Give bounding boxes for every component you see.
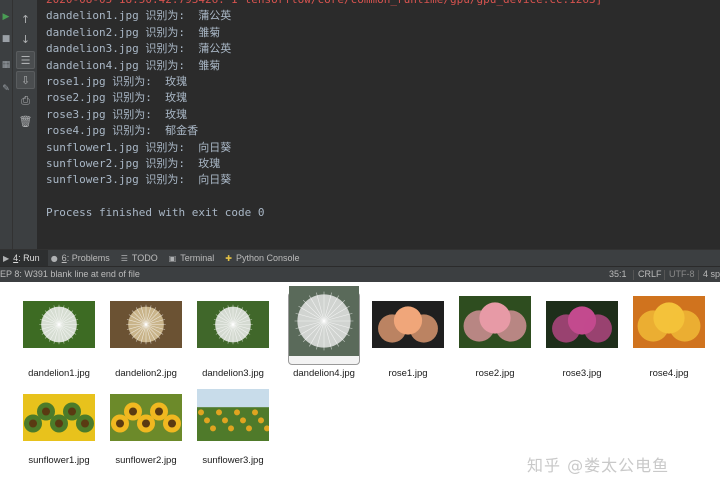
- stop-icon[interactable]: ■: [0, 32, 12, 46]
- tab-python-console-label: Python Console: [236, 253, 300, 263]
- file-item[interactable]: dandelion4.jpg: [282, 282, 366, 379]
- file-item[interactable]: sunflower2.jpg: [104, 375, 188, 467]
- tab-problems-text: : Problems: [66, 253, 110, 263]
- tab-run-text: : Run: [18, 253, 40, 263]
- tab-python-console[interactable]: ✚ Python Console: [222, 250, 307, 267]
- terminal-icon: ▣: [168, 253, 177, 263]
- run-icon[interactable]: ▶: [0, 10, 12, 24]
- console-result-line: sunflower3.jpg 识别为: 向日葵: [46, 173, 232, 187]
- soft-wrap-icon[interactable]: ☰: [16, 51, 35, 69]
- watermark: 知乎 @娄太公电鱼: [527, 456, 670, 475]
- status-divider: [664, 270, 665, 280]
- file-thumbnail: [627, 291, 711, 348]
- file-name: sunflower1.jpg: [28, 455, 90, 466]
- file-thumbnail: [282, 284, 366, 356]
- file-item[interactable]: dandelion1.jpg: [17, 282, 101, 379]
- down-arrow-icon[interactable]: ↓: [13, 30, 38, 48]
- todo-icon: ☰: [120, 253, 128, 263]
- tab-run[interactable]: ▶ 4: Run: [0, 249, 48, 267]
- process-finished-line: Process finished with exit code 0: [46, 206, 265, 220]
- left-gutter: ▶ ■ ▦ ✎: [0, 0, 13, 249]
- print-icon[interactable]: ⎙: [13, 92, 38, 110]
- console-result-line: rose1.jpg 识别为: 玫瑰: [46, 74, 188, 88]
- file-thumbnail: [191, 291, 275, 348]
- console-result-line: dandelion2.jpg 识别为: 雏菊: [46, 25, 221, 39]
- file-item[interactable]: rose3.jpg: [540, 282, 624, 379]
- console-result-line: dandelion1.jpg 识别为: 蒲公英: [46, 9, 232, 23]
- file-thumbnail: [191, 384, 275, 441]
- file-name: sunflower3.jpg: [202, 455, 264, 466]
- tab-todo-label: TODO: [131, 253, 158, 263]
- status-message: EP 8: W391 blank line at end of file: [0, 269, 140, 279]
- run-tab-icon: ▶: [3, 253, 10, 263]
- tab-todo[interactable]: ☰ TODO: [118, 250, 166, 267]
- file-thumbnail: [104, 384, 188, 441]
- file-name: rose4.jpg: [649, 368, 689, 379]
- file-item[interactable]: rose2.jpg: [453, 282, 537, 379]
- file-encoding[interactable]: UTF-8: [669, 267, 695, 282]
- indent-setting[interactable]: 4 sp: [703, 267, 720, 282]
- file-name: dandelion4.jpg: [293, 368, 355, 379]
- file-item[interactable]: dandelion2.jpg: [104, 282, 188, 379]
- tab-terminal-label: Terminal: [180, 253, 215, 263]
- problems-icon: ●: [50, 253, 58, 263]
- console-result-line: dandelion3.jpg 识别为: 蒲公英: [46, 42, 232, 56]
- file-thumbnail: [17, 291, 101, 348]
- file-thumbnail: [540, 291, 624, 348]
- file-name: rose3.jpg: [562, 368, 602, 379]
- tab-problems-label: 6: Problems: [62, 253, 110, 263]
- trash-icon[interactable]: 🗑: [13, 112, 38, 130]
- line-separator[interactable]: CRLF: [638, 267, 662, 282]
- file-item[interactable]: dandelion3.jpg: [191, 282, 275, 379]
- scroll-to-end-icon[interactable]: ⇩: [16, 71, 35, 89]
- status-bar: EP 8: W391 blank line at end of file 35:…: [0, 266, 720, 282]
- ide-window: ▶ ■ ▦ ✎ ↑ ↓ ☰ ⇩ ⎙ 🗑 2020-08-05 18:50:42.…: [0, 0, 720, 282]
- tab-terminal[interactable]: ▣ Terminal: [166, 250, 223, 267]
- file-item[interactable]: rose4.jpg: [627, 282, 711, 379]
- status-divider: [698, 270, 699, 280]
- console-log-line: 2020-08-05 18:50:42.793426: I tensorflow…: [46, 0, 720, 8]
- console-result-line: dandelion4.jpg 识别为: 雏菊: [46, 58, 221, 72]
- status-divider: [633, 270, 634, 280]
- console-result-line: sunflower2.jpg 识别为: 玫瑰: [46, 156, 221, 170]
- file-thumbnail: [366, 291, 450, 348]
- console-result-line: rose4.jpg 识别为: 郁金香: [46, 124, 199, 138]
- file-item[interactable]: sunflower1.jpg: [17, 375, 101, 467]
- console-result-line: rose3.jpg 识别为: 玫瑰: [46, 107, 188, 121]
- console-result-line: rose2.jpg 识别为: 玫瑰: [46, 91, 188, 105]
- up-arrow-icon[interactable]: ↑: [13, 10, 38, 28]
- file-item[interactable]: sunflower3.jpg: [191, 375, 275, 467]
- python-icon: ✚: [225, 253, 232, 263]
- file-name: sunflower2.jpg: [115, 455, 177, 466]
- tab-problems[interactable]: ● 6: Problems: [48, 250, 118, 267]
- tab-run-label: 4: Run: [13, 253, 40, 263]
- console-output[interactable]: 2020-08-05 18:50:42.793426: I tensorflow…: [38, 0, 720, 249]
- pin-icon[interactable]: ✎: [0, 82, 12, 96]
- file-explorer: dandelion1.jpg dandelion2.jpg dandelion3.j…: [0, 282, 720, 490]
- cursor-position[interactable]: 35:1: [609, 267, 627, 282]
- layout-icon[interactable]: ▦: [0, 58, 12, 72]
- run-toolbar: ↑ ↓ ☰ ⇩ ⎙ 🗑: [13, 0, 38, 249]
- file-name: rose2.jpg: [475, 368, 515, 379]
- file-thumbnail: [17, 384, 101, 441]
- file-thumbnail: [453, 291, 537, 348]
- file-item[interactable]: rose1.jpg: [366, 282, 450, 379]
- file-name: rose1.jpg: [388, 368, 428, 379]
- bottom-tool-tabs: ▶ 4: Run ● 6: Problems ☰ TODO ▣ Terminal…: [0, 249, 720, 267]
- console-result-line: sunflower1.jpg 识别为: 向日葵: [46, 140, 232, 154]
- file-thumbnail: [104, 291, 188, 348]
